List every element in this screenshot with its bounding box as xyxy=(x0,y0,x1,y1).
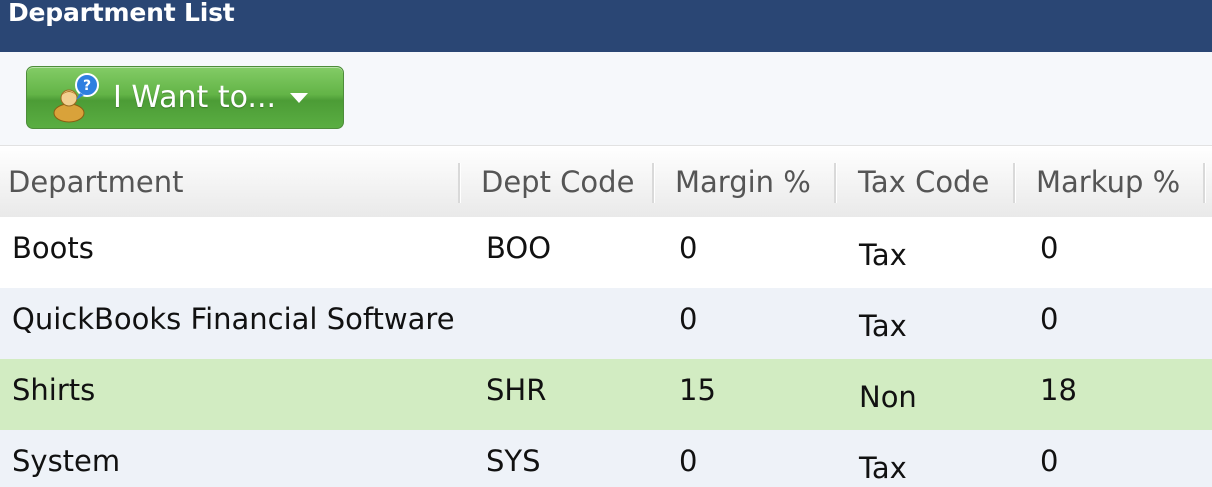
cell-markup: 0 xyxy=(1040,231,1059,265)
table-header: Department Dept Code Margin % Tax Code M… xyxy=(0,145,1212,217)
title-bar: Department List xyxy=(0,0,1212,52)
column-divider[interactable] xyxy=(834,163,837,203)
table-row-selected[interactable]: Shirts SHR 15 Non 18 xyxy=(0,359,1212,430)
table-row[interactable]: System SYS 0 Tax 0 xyxy=(0,430,1212,487)
window-title: Department List xyxy=(8,0,235,27)
column-divider[interactable] xyxy=(1203,163,1206,203)
column-header-tax-code[interactable]: Tax Code xyxy=(858,146,989,218)
cell-tax-code: Tax xyxy=(859,451,907,485)
cell-department: System xyxy=(12,444,121,478)
column-header-margin[interactable]: Margin % xyxy=(675,146,811,218)
cell-dept-code: SYS xyxy=(486,444,541,478)
table-row[interactable]: Boots BOO 0 Tax 0 xyxy=(0,217,1212,288)
cell-markup: 18 xyxy=(1040,373,1077,407)
cell-markup: 0 xyxy=(1040,444,1059,478)
cell-tax-code: Tax xyxy=(859,309,907,343)
column-divider[interactable] xyxy=(1013,163,1016,203)
cell-department: Shirts xyxy=(12,373,96,407)
cell-margin: 0 xyxy=(679,231,698,265)
table-row[interactable]: QuickBooks Financial Software 0 Tax 0 xyxy=(0,288,1212,359)
chevron-down-icon xyxy=(290,92,309,103)
i-want-to-label: I Want to... xyxy=(113,80,277,115)
cell-margin: 15 xyxy=(679,373,716,407)
column-divider[interactable] xyxy=(652,163,655,203)
column-header-department[interactable]: Department xyxy=(8,146,184,218)
svg-text:?: ? xyxy=(83,78,91,94)
cell-tax-code: Tax xyxy=(859,238,907,272)
cell-margin: 0 xyxy=(679,444,698,478)
column-header-markup[interactable]: Markup % xyxy=(1036,146,1180,218)
column-header-dept-code[interactable]: Dept Code xyxy=(481,146,634,218)
i-want-to-button[interactable]: ? I Want to... xyxy=(26,66,344,129)
table-body: Boots BOO 0 Tax 0 QuickBooks Financial S… xyxy=(0,217,1212,487)
cell-department: QuickBooks Financial Software xyxy=(12,302,455,336)
cell-markup: 0 xyxy=(1040,302,1059,336)
cell-dept-code: SHR xyxy=(486,373,547,407)
cell-margin: 0 xyxy=(679,302,698,336)
person-help-icon: ? xyxy=(49,72,101,123)
toolbar: ? I Want to... xyxy=(0,52,1212,145)
department-list-window: Department List ? I Want to... Departmen… xyxy=(0,0,1212,487)
cell-tax-code: Non xyxy=(859,380,917,414)
column-divider[interactable] xyxy=(458,163,461,203)
cell-department: Boots xyxy=(12,231,94,265)
cell-dept-code: BOO xyxy=(486,231,552,265)
